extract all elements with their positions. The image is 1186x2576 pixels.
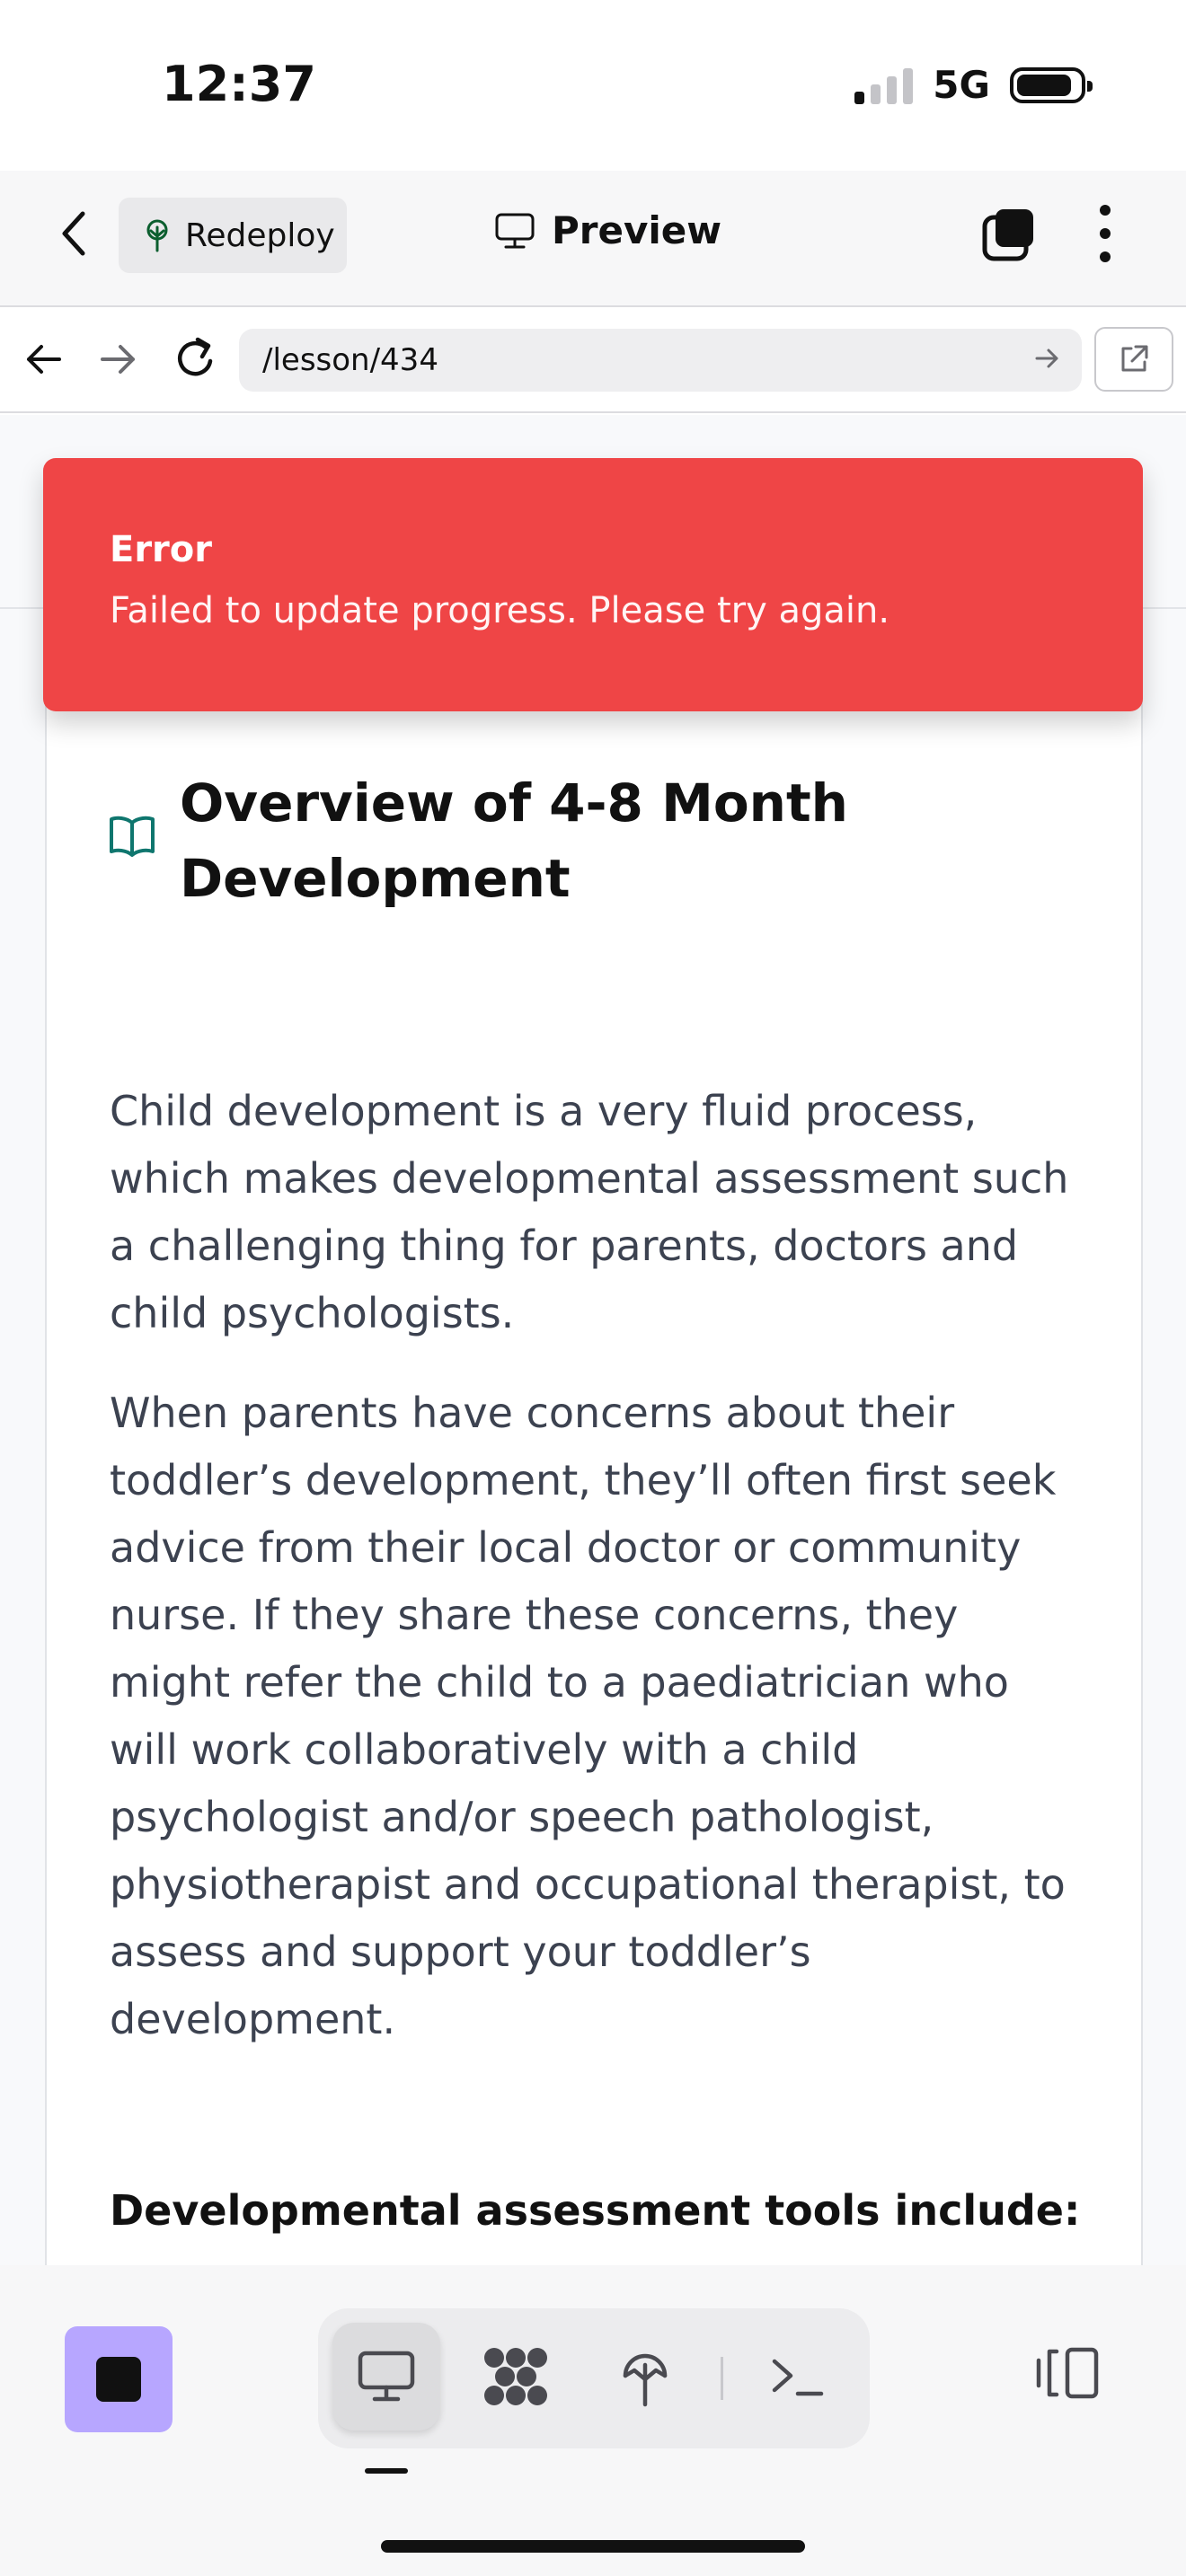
browser-back-button[interactable] xyxy=(23,340,65,383)
preview-title: Preview xyxy=(494,208,721,252)
redeploy-label: Redeploy xyxy=(185,216,335,254)
error-toast[interactable]: Error Failed to update progress. Please … xyxy=(43,458,1143,711)
more-vertical-icon xyxy=(1100,205,1111,216)
lesson-paragraph: When parents have concerns about their t… xyxy=(110,1389,1066,2043)
mode-deploy-button[interactable] xyxy=(591,2323,699,2430)
monitor-icon xyxy=(358,2351,415,2402)
network-type: 5G xyxy=(933,63,990,107)
chevron-left-icon xyxy=(62,211,85,256)
stop-icon xyxy=(96,2357,141,2402)
arrow-left-icon xyxy=(27,345,61,374)
status-time: 12:37 xyxy=(162,56,316,112)
url-field[interactable]: /lesson/434 xyxy=(239,329,1082,392)
redeploy-button[interactable]: Redeploy xyxy=(119,198,347,273)
mode-workflows-button[interactable] xyxy=(462,2323,570,2430)
battery-icon xyxy=(1010,66,1093,103)
open-external-button[interactable] xyxy=(1094,327,1173,392)
lesson-paragraph: Child development is a very fluid proces… xyxy=(110,1087,1069,1337)
toast-title: Error xyxy=(110,529,212,570)
arrow-right-icon xyxy=(101,345,135,374)
more-options-button[interactable] xyxy=(1087,205,1123,262)
tree-icon xyxy=(623,2353,668,2407)
workflows-icon xyxy=(484,2348,547,2405)
browser-forward-button[interactable] xyxy=(97,340,138,383)
mode-separator xyxy=(721,2357,723,2400)
book-open-icon xyxy=(108,814,156,862)
monitor-icon xyxy=(495,213,535,248)
terminal-icon xyxy=(772,2359,824,2396)
mode-switcher xyxy=(318,2308,870,2448)
stop-button[interactable] xyxy=(65,2326,173,2432)
tabs-button[interactable] xyxy=(981,207,1037,262)
mode-preview-button[interactable] xyxy=(332,2323,440,2430)
tree-icon xyxy=(146,219,168,252)
toast-message: Failed to update progress. Please try ag… xyxy=(110,590,890,631)
reload-icon xyxy=(178,337,213,376)
lesson-subheading: Developmental assessment tools include: xyxy=(110,2186,1081,2235)
lesson-title: Overview of 4-8 Month Development xyxy=(180,772,848,909)
active-mode-indicator xyxy=(365,2468,408,2474)
back-button[interactable] xyxy=(52,207,99,260)
reload-button[interactable] xyxy=(173,334,219,386)
url-go-button[interactable] xyxy=(1033,345,1060,375)
status-indicators: 5G xyxy=(854,63,1093,107)
external-link-icon xyxy=(1121,345,1148,372)
panel-icon xyxy=(1036,2347,1099,2399)
preview-label: Preview xyxy=(552,208,722,252)
signal-icon xyxy=(854,66,914,104)
arrow-right-icon xyxy=(1035,348,1058,368)
tabs-icon xyxy=(982,209,1033,261)
home-indicator xyxy=(381,2540,805,2553)
panel-toggle-button[interactable] xyxy=(1033,2344,1102,2405)
mode-terminal-button[interactable] xyxy=(744,2323,852,2430)
